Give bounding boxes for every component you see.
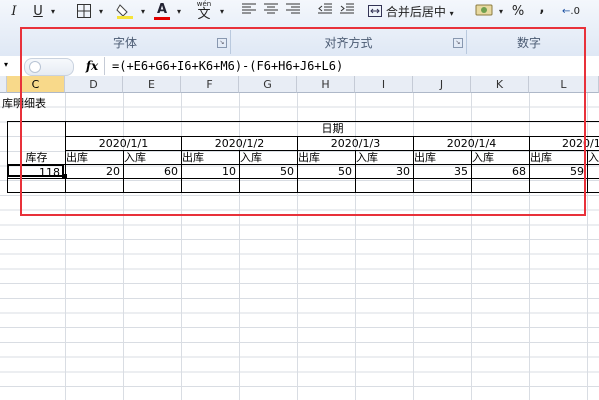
merge-center-icon <box>368 5 382 17</box>
merge-center-dropdown-icon[interactable]: ▾ <box>450 9 454 18</box>
fill-color-dropdown-icon[interactable]: ▾ <box>138 3 148 21</box>
align-center-button[interactable] <box>262 3 280 21</box>
currency-icon <box>475 4 493 16</box>
percent-button[interactable]: % <box>510 3 526 21</box>
decimal-label: .0 <box>570 6 580 17</box>
align-right-icon <box>286 3 300 14</box>
font-color-a-icon: A <box>156 2 168 17</box>
font-color-swatch <box>154 17 170 20</box>
phonetic-button[interactable]: wén 文 <box>192 0 216 24</box>
italic-button[interactable]: I <box>6 3 22 21</box>
increase-indent-button[interactable] <box>338 3 356 21</box>
name-box-dropdown[interactable]: ▾ <box>0 57 21 75</box>
increase-indent-icon <box>340 3 354 14</box>
number-format-button[interactable] <box>474 2 494 20</box>
borders-dropdown-icon[interactable]: ▾ <box>96 3 106 21</box>
decrease-indent-button[interactable] <box>316 3 334 21</box>
comma-style-button[interactable]: , <box>534 0 550 18</box>
phonetic-wen-char: 文 <box>197 7 211 22</box>
number-format-dropdown-icon[interactable]: ▾ <box>496 3 506 21</box>
select-all-corner[interactable] <box>0 76 7 93</box>
chevron-down-icon: ▾ <box>4 60 9 69</box>
align-left-button[interactable] <box>240 3 258 21</box>
increase-decimal-button[interactable]: ←.0 <box>562 3 592 21</box>
font-color-button[interactable]: A <box>152 1 172 20</box>
in-header-cell[interactable]: 入库 <box>588 151 599 164</box>
paint-bucket-icon <box>116 4 133 19</box>
highlight-box <box>20 27 586 216</box>
underline-dropdown-icon[interactable]: ▾ <box>48 3 58 21</box>
underline-button[interactable]: U <box>30 3 46 21</box>
borders-icon <box>77 4 91 18</box>
merge-center-label: 合并后居中 <box>385 5 446 19</box>
decrease-indent-icon <box>318 3 332 14</box>
font-color-dropdown-icon[interactable]: ▾ <box>174 3 184 21</box>
align-center-icon <box>264 3 278 14</box>
borders-button[interactable] <box>74 3 94 21</box>
fill-color-button[interactable] <box>114 2 136 20</box>
align-right-button[interactable] <box>284 3 302 21</box>
align-left-icon <box>242 3 256 14</box>
merge-center-button[interactable]: 合并后居中 ▾ <box>368 3 466 21</box>
phonetic-dropdown-icon[interactable]: ▾ <box>217 3 227 21</box>
